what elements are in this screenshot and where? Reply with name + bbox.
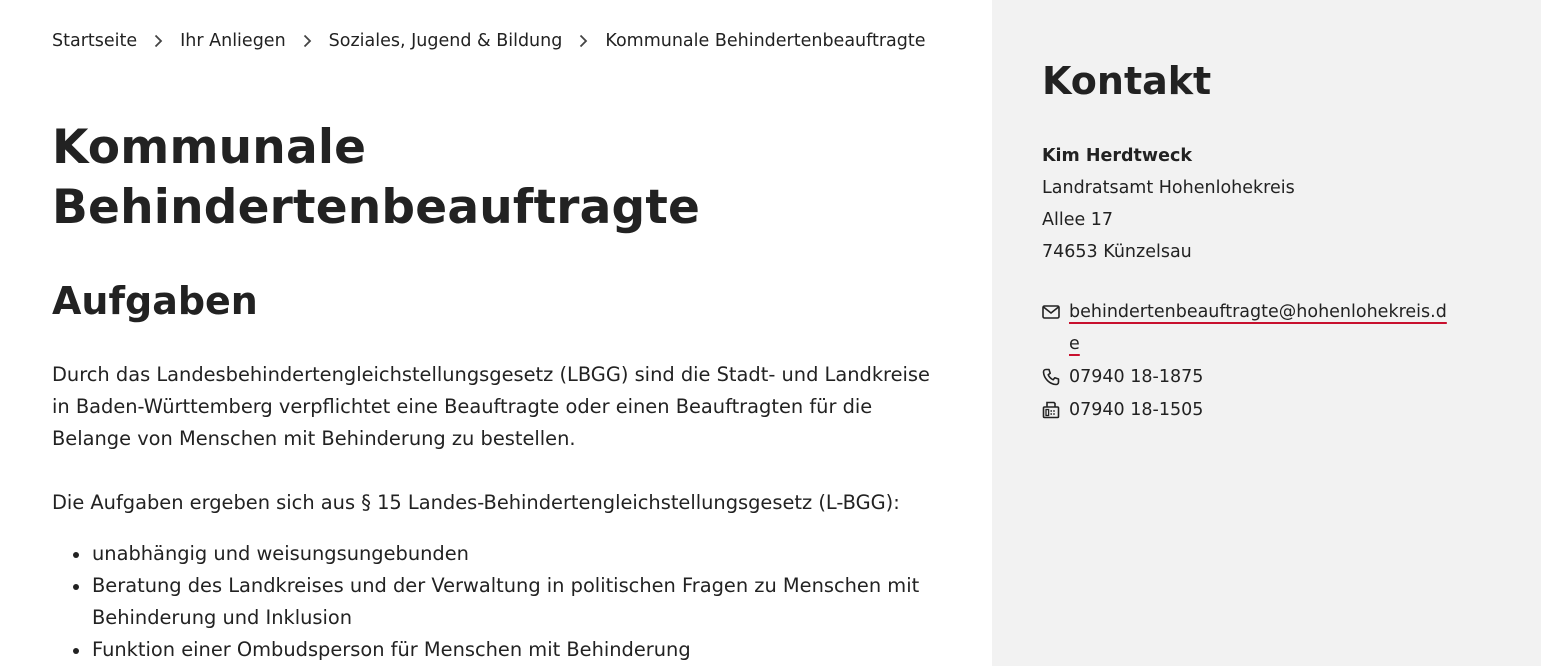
contact-phone[interactable]: 07940 18-1875	[1069, 361, 1203, 393]
contact-fax: 07940 18-1505	[1069, 400, 1204, 420]
contact-name: Kim Herdtweck	[1042, 146, 1192, 166]
contact-city: 74653 Künzelsau	[1042, 242, 1192, 262]
page-title-line1: Kommunale	[52, 120, 367, 175]
contact-street: Allee 17	[1042, 210, 1114, 230]
contact-organization: Landratsamt Hohenlohekreis	[1042, 178, 1295, 198]
fax-icon	[1042, 394, 1069, 426]
chevron-right-icon	[286, 31, 329, 51]
contact-phone-row: 07940 18-1875	[1042, 361, 1203, 393]
list-item: Beratung des Landkreises und der Verwalt…	[52, 570, 952, 634]
phone-icon	[1042, 361, 1069, 393]
contact-email-link[interactable]: behindertenbeauftragte@hohenlohekreis.de	[1069, 296, 1454, 360]
list-item: Funktion einer Ombudsperson für Menschen…	[52, 634, 952, 666]
contact-sidebar: Kontakt Kim Herdtweck Landratsamt Hohenl…	[992, 0, 1541, 666]
section-title-aufgaben: Aufgaben	[52, 279, 258, 323]
list-item: unabhängig und weisungsungebunden	[52, 538, 952, 570]
contact-email-row: behindertenbeauftragte@hohenlohekreis.de	[1042, 296, 1462, 360]
contact-fax-row: 07940 18-1505	[1042, 394, 1203, 426]
page-title-line2: Behindertenbeauftragte	[52, 180, 701, 235]
breadcrumb-home[interactable]: Startseite	[52, 31, 137, 51]
breadcrumb: Startseite Ihr Anliegen Soziales, Jugend…	[52, 31, 926, 51]
envelope-icon	[1042, 296, 1069, 328]
chevron-right-icon	[562, 31, 605, 51]
page-title: Kommunale Behindertenbeauftragte	[52, 118, 700, 238]
breadcrumb-soziales[interactable]: Soziales, Jugend & Bildung	[329, 31, 563, 51]
contact-title: Kontakt	[1042, 59, 1212, 103]
tasks-intro-paragraph: Die Aufgaben ergeben sich aus § 15 Lande…	[52, 491, 900, 514]
main-content: Startseite Ihr Anliegen Soziales, Jugend…	[0, 0, 992, 666]
intro-paragraph: Durch das Landesbehindertengleichstellun…	[52, 363, 930, 450]
contact-address: Kim Herdtweck Landratsamt Hohenlohekreis…	[1042, 140, 1295, 268]
tasks-list: unabhängig und weisungsungebunden Beratu…	[52, 538, 952, 666]
chevron-right-icon	[137, 31, 180, 51]
breadcrumb-ihr-anliegen[interactable]: Ihr Anliegen	[180, 31, 286, 51]
breadcrumb-current: Kommunale Behindertenbeauftragte	[605, 31, 926, 51]
